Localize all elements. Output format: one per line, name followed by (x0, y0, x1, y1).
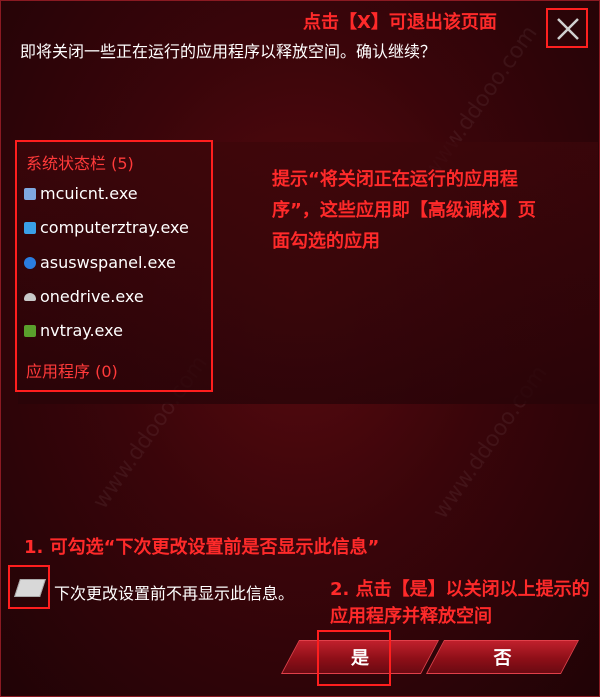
process-name: mcuicnt.exe (40, 184, 138, 203)
process-name: onedrive.exe (40, 287, 144, 306)
process-name: nvtray.exe (40, 321, 123, 340)
checkbox-label: 下次更改设置前不再显示此信息。 (54, 584, 295, 603)
close-button[interactable] (546, 8, 588, 48)
checkbox-box (14, 579, 46, 597)
close-icon (557, 18, 579, 40)
cloud-icon (24, 292, 36, 301)
asus-panel-icon (24, 256, 36, 269)
process-name: asuswspanel.exe (40, 253, 176, 272)
process-item: nvtray.exe (24, 321, 123, 340)
annotation-step2: 2. 点击【是】以关闭以上提示的应用程序并释放空间 (330, 579, 590, 627)
group-header-system-tray: 系统状态栏 (5) (26, 154, 134, 173)
nvidia-icon (24, 324, 36, 337)
dialog-prompt: 即将关闭一些正在运行的应用程序以释放空间。确认继续？ (20, 42, 437, 61)
annotation-step1: 1. 可勾选“下次更改设置前是否显示此信息” (24, 537, 380, 558)
no-button-label: 否 (493, 648, 512, 669)
process-name: computerztray.exe (40, 218, 189, 237)
dont-show-again-checkbox[interactable] (8, 565, 50, 609)
annotation-close: 点击【X】可退出该页面 (303, 12, 497, 33)
process-item: onedrive.exe (24, 287, 144, 306)
process-item: computerztray.exe (24, 218, 189, 237)
yes-button-label: 是 (351, 648, 369, 669)
mcu-app-icon (24, 187, 36, 200)
no-button[interactable]: 否 (425, 640, 580, 674)
yes-button[interactable]: 是 (280, 640, 440, 674)
computerz-app-icon (24, 221, 36, 234)
annotation-hint: 提示“将关闭正在运行的应用程序”，这些应用即【高级调校】页面勾选的应用 (272, 169, 536, 252)
group-header-applications: 应用程序 (0) (26, 362, 118, 381)
process-item: mcuicnt.exe (24, 184, 138, 203)
process-item: asuswspanel.exe (24, 253, 176, 272)
